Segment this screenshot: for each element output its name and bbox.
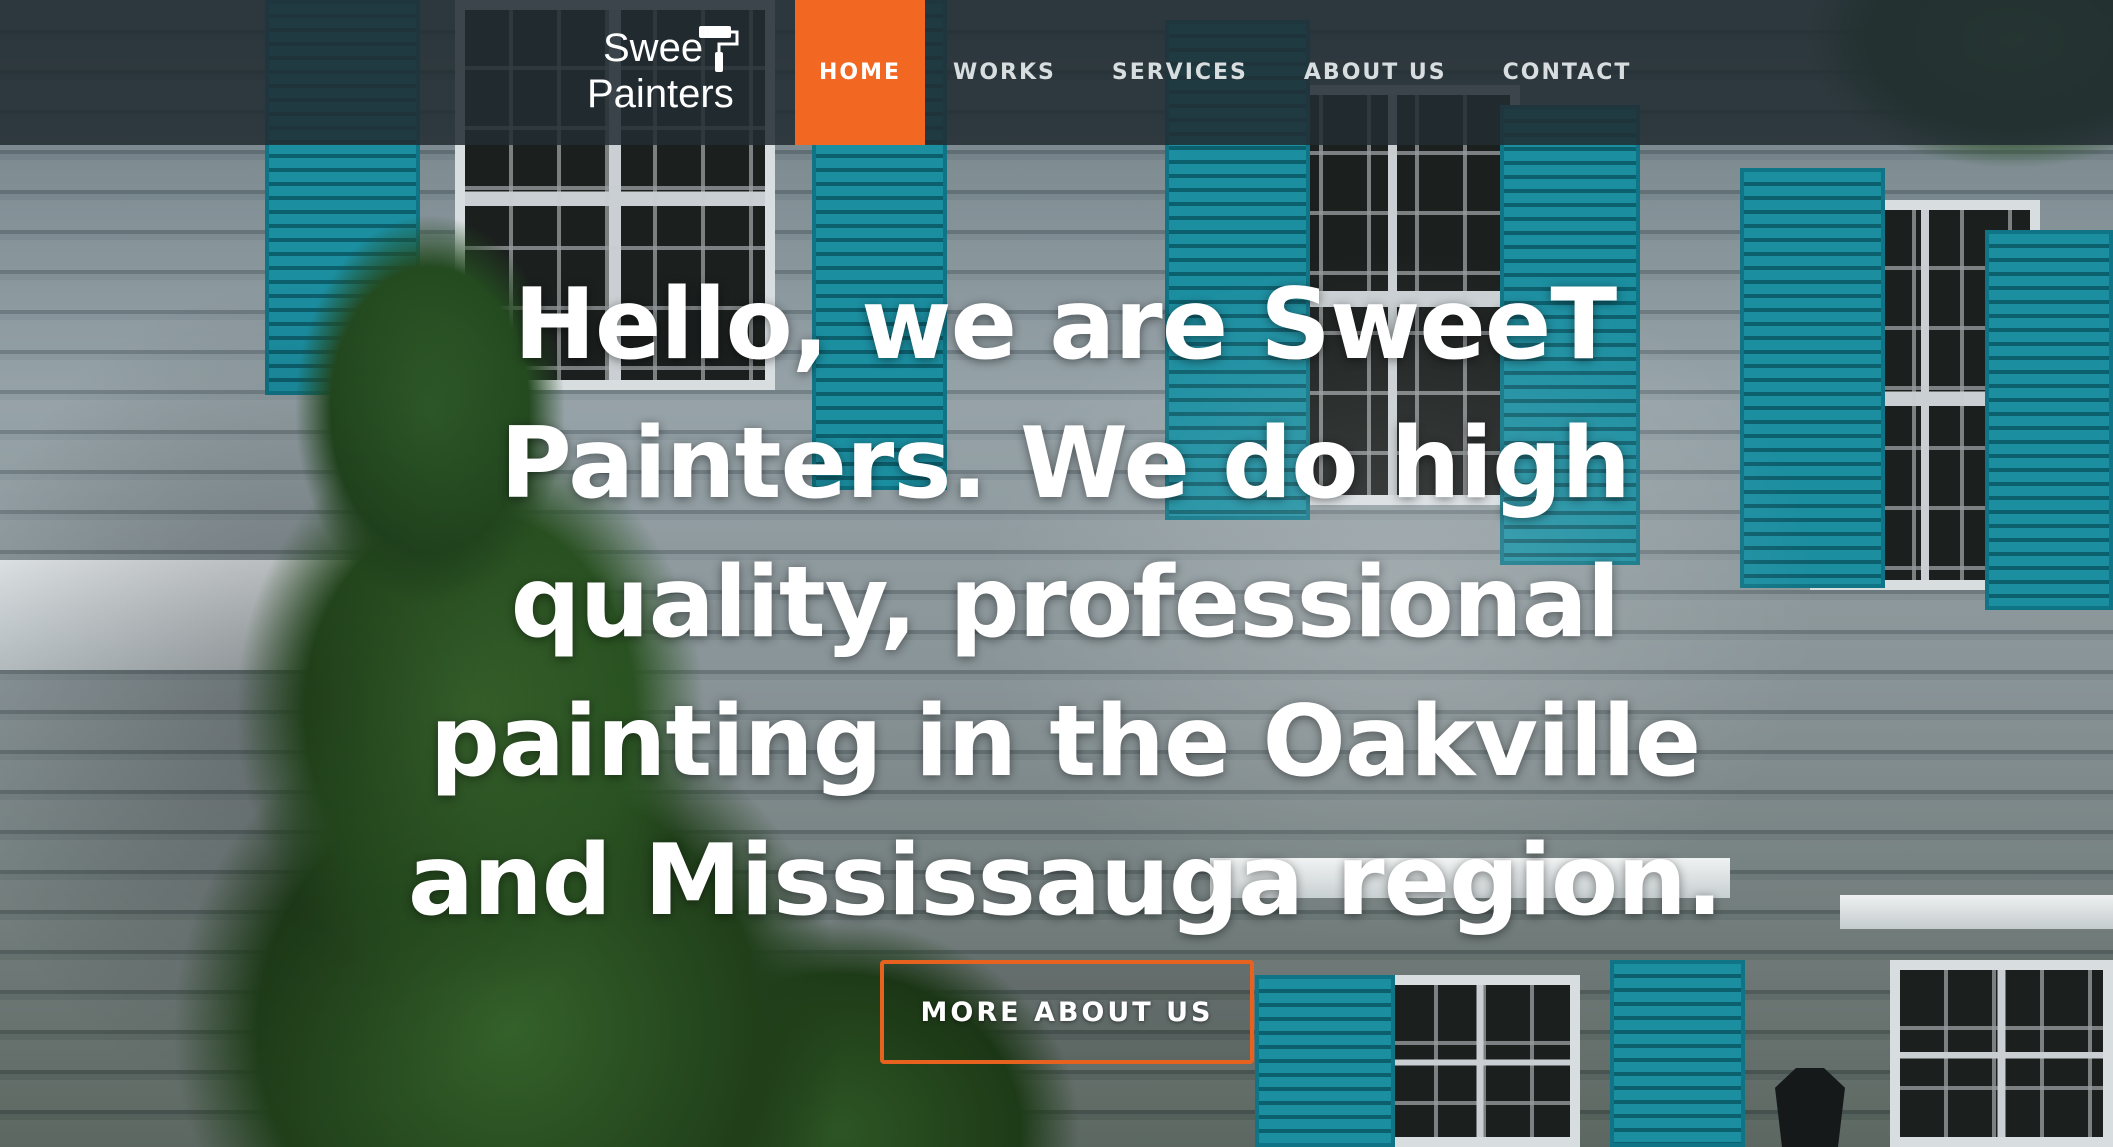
more-about-us-button[interactable]: MORE ABOUT US bbox=[880, 960, 1254, 1064]
paint-roller-icon bbox=[699, 26, 739, 72]
site-logo[interactable]: Swee Painters bbox=[585, 20, 745, 120]
nav-item-home[interactable]: HOME bbox=[795, 0, 926, 145]
main-nav: HOME WORKS SERVICES ABOUT US CONTACT bbox=[795, 0, 1659, 145]
nav-item-about-us[interactable]: ABOUT US bbox=[1276, 0, 1475, 145]
top-navbar: Swee Painters HOME WORKS SERVICES ABOUT … bbox=[0, 0, 2113, 145]
nav-item-services[interactable]: SERVICES bbox=[1084, 0, 1276, 145]
logo-text-line1: Swee bbox=[603, 26, 704, 70]
hero-headline: Hello, we are SweeT Painters. We do high… bbox=[407, 267, 1723, 938]
nav-item-contact[interactable]: CONTACT bbox=[1475, 0, 1660, 145]
logo-text-line2: Painters bbox=[587, 72, 734, 116]
nav-item-works[interactable]: WORKS bbox=[925, 0, 1084, 145]
hero-section: Swee Painters HOME WORKS SERVICES ABOUT … bbox=[0, 0, 2113, 1147]
